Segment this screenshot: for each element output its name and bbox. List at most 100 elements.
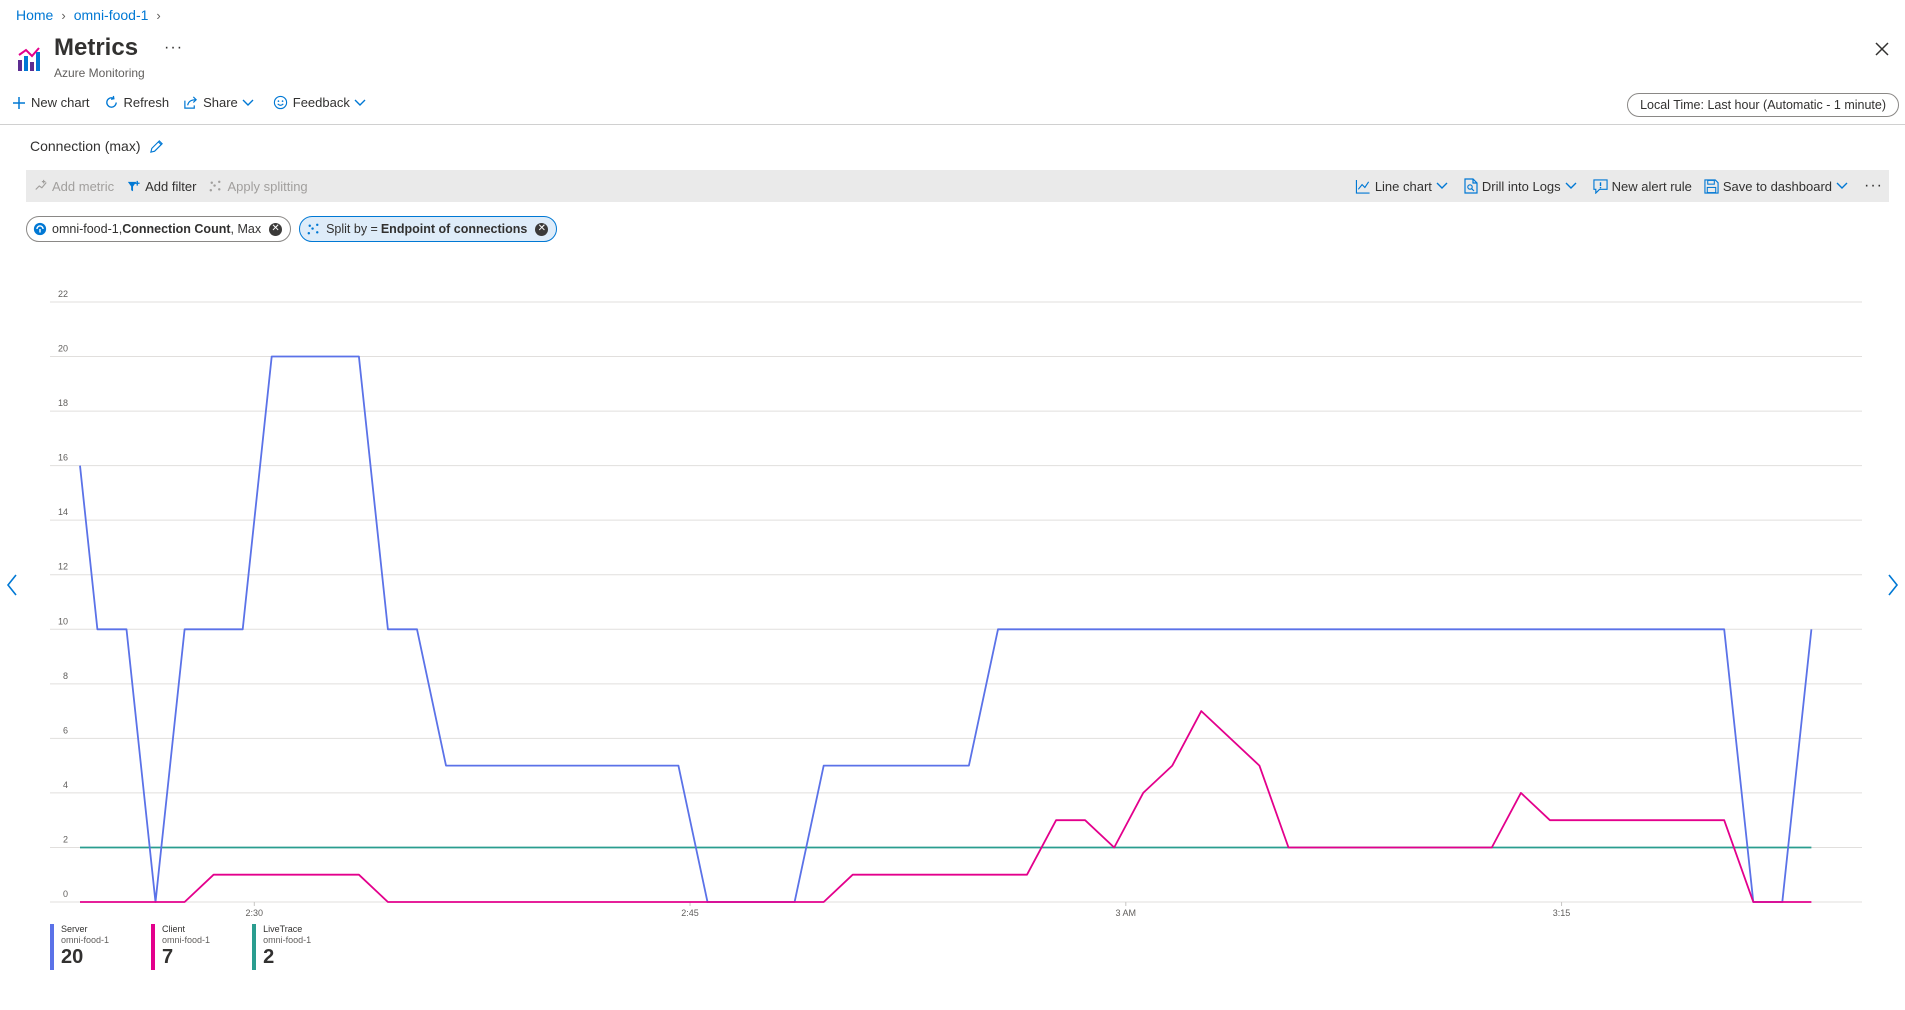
legend-series-resource: omni-food-1 [263, 935, 312, 945]
close-button[interactable] [1875, 38, 1889, 60]
legend-item-livetrace[interactable]: LiveTrace omni-food-1 2 [252, 924, 311, 970]
remove-metric-button[interactable]: ✕ [269, 222, 283, 236]
splitting-icon [210, 180, 221, 191]
legend-color-swatch [50, 924, 54, 970]
breadcrumb-resource-link[interactable]: omni-food-1 [74, 7, 149, 23]
metrics-icon [18, 47, 40, 71]
legend-series-name: Server [61, 924, 88, 934]
y-tick-label: 2 [63, 834, 68, 844]
legend-color-swatch [252, 924, 257, 970]
series-line-client [80, 710, 1812, 903]
y-tick-label: 12 [58, 562, 68, 572]
breadcrumb-home-link[interactable]: Home [16, 7, 53, 23]
feedback-label: Feedback [292, 95, 350, 110]
y-tick-label: 6 [63, 725, 68, 735]
y-tick-label: 10 [58, 616, 68, 626]
y-tick-label: 8 [63, 671, 68, 681]
metric-pill-resource: omni-food-1, [52, 222, 123, 236]
chevron-down-icon [1565, 182, 1577, 189]
more-toolbar-button[interactable]: ··· [1864, 177, 1883, 195]
close-icon [1875, 42, 1889, 56]
legend-item-client[interactable]: Client omni-food-1 7 [151, 924, 210, 970]
smiley-icon [273, 95, 287, 110]
y-tick-label: 0 [63, 889, 68, 899]
apply-splitting-button[interactable]: Apply splitting [208, 178, 308, 194]
add-filter-label: Add filter [145, 178, 197, 194]
page-title: Metrics [54, 34, 139, 61]
line-chart: 0 2 4 6 8 10 12 14 16 18 20 22 2:30 2:45 3 AM 3:15 [50, 289, 1862, 918]
x-tick-label: 2:30 [246, 908, 264, 918]
chevron-down-icon [354, 99, 366, 106]
add-filter-button[interactable]: Add filter [126, 179, 196, 194]
chart-toolbar: Add metric Add filter Apply splitting Li… [26, 170, 1889, 202]
line-chart-icon [1355, 179, 1370, 194]
add-metric-label: Add metric [52, 178, 115, 194]
drill-into-logs-label: Drill into Logs [1481, 178, 1561, 194]
new-alert-rule-button[interactable]: New alert rule [1593, 179, 1692, 194]
y-tick-label: 16 [58, 453, 68, 463]
add-metric-button[interactable]: Add metric [34, 179, 114, 194]
y-tick-label: 22 [58, 289, 68, 299]
metric-pills: omni-food-1, Connection Count , Max ✕ Sp… [26, 216, 565, 242]
breadcrumb: Home › omni-food-1 › [16, 7, 169, 23]
legend-series-value: 7 [162, 946, 174, 968]
plus-icon [13, 96, 25, 109]
pencil-icon[interactable] [149, 139, 164, 154]
chevron-down-icon [1436, 182, 1448, 189]
command-bar: New chart Refresh Share Feedback [12, 95, 385, 110]
legend-series-name: Client [162, 924, 186, 934]
chart-title-text: Connection (max) [30, 138, 141, 154]
chevron-right-icon: › [61, 7, 66, 23]
chevron-left-icon[interactable] [6, 574, 18, 596]
signalr-icon [33, 222, 47, 236]
chevron-right-icon[interactable] [1887, 574, 1899, 596]
page-header: Metrics ··· Azure Monitoring [16, 34, 183, 80]
y-tick-label: 20 [58, 344, 68, 354]
metric-pill-name: Connection Count [122, 222, 231, 236]
save-to-dashboard-dropdown[interactable]: Save to dashboard [1704, 179, 1852, 194]
legend-series-resource: omni-food-1 [162, 935, 211, 945]
feedback-button[interactable]: Feedback [273, 95, 371, 110]
line-chart-dropdown[interactable]: Line chart [1355, 179, 1452, 194]
share-button[interactable]: Share [183, 95, 259, 110]
page-subtitle: Azure Monitoring [54, 66, 145, 80]
legend-item-server[interactable]: Server omni-food-1 20 [50, 924, 109, 970]
more-options-button[interactable]: ··· [164, 39, 183, 57]
new-chart-button[interactable]: New chart [12, 95, 90, 110]
remove-split-button[interactable]: ✕ [535, 222, 549, 236]
legend-color-swatch [151, 924, 156, 970]
chevron-down-icon [1836, 182, 1848, 189]
new-alert-rule-label: New alert rule [1611, 178, 1692, 194]
chart-legend: Server omni-food-1 20 Client omni-food-1… [50, 924, 353, 970]
share-icon [184, 96, 198, 109]
metric-pill-aggregation: , Max [230, 222, 262, 236]
refresh-icon [105, 95, 117, 108]
filter-icon [128, 180, 140, 191]
x-tick-label: 3:15 [1553, 908, 1571, 918]
refresh-button[interactable]: Refresh [104, 95, 170, 110]
y-tick-label: 14 [58, 507, 68, 517]
split-pill-prefix: Split by = [326, 222, 378, 236]
chevron-down-icon [242, 99, 254, 106]
legend-series-name: LiveTrace [263, 924, 303, 934]
y-tick-label: 18 [58, 398, 68, 408]
new-chart-label: New chart [31, 95, 90, 110]
time-range-picker[interactable]: Local Time: Last hour (Automatic - 1 min… [1627, 93, 1899, 117]
legend-series-value: 2 [263, 946, 275, 968]
refresh-label: Refresh [123, 95, 170, 110]
x-tick-label: 2:45 [681, 908, 699, 918]
save-to-dashboard-label: Save to dashboard [1722, 178, 1833, 194]
divider [0, 124, 1905, 125]
apply-splitting-label: Apply splitting [227, 178, 308, 194]
split-pill[interactable]: Split by = Endpoint of connections ✕ [299, 216, 558, 242]
alert-icon [1593, 178, 1608, 194]
legend-series-value: 20 [61, 946, 84, 968]
drill-into-logs-dropdown[interactable]: Drill into Logs [1464, 178, 1581, 194]
share-label: Share [203, 95, 238, 110]
chart-title[interactable]: Connection (max) [30, 138, 164, 154]
logs-icon [1464, 178, 1478, 194]
metric-pill[interactable]: omni-food-1, Connection Count , Max ✕ [26, 216, 292, 242]
y-tick-label: 4 [63, 780, 68, 790]
legend-series-resource: omni-food-1 [61, 935, 110, 945]
chevron-right-icon: › [156, 7, 161, 23]
